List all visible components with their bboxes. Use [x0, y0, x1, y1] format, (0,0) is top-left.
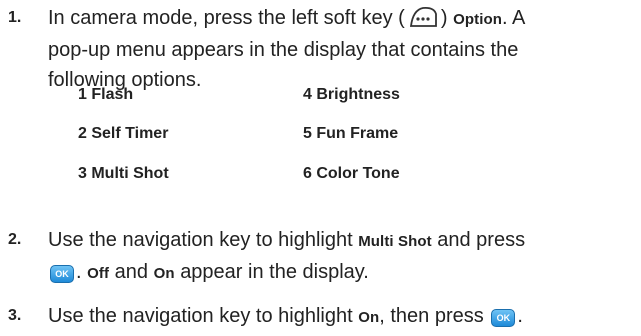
option-multi-shot: 3 Multi Shot — [78, 165, 169, 182]
option-flash: 1 Flash — [78, 86, 134, 103]
option-color-tone: 6 Color Tone — [303, 165, 400, 182]
option-brightness: 4 Brightness — [303, 86, 400, 103]
ok-key-icon: OK — [491, 309, 516, 327]
option-self-timer: 2 Self Timer — [78, 125, 169, 142]
step-text: In camera mode, press the left soft key … — [48, 6, 526, 91]
step-text: Use the navigation key to highlight Mult… — [48, 229, 526, 283]
option-fun-frame: 5 Fun Frame — [303, 125, 399, 142]
step-number: 3. — [8, 307, 22, 324]
left-soft-key-icon — [407, 6, 439, 27]
step-number: 1. — [8, 9, 22, 26]
step-text: Use the navigation key to highlight On, … — [48, 305, 523, 327]
option-label: Option — [453, 11, 502, 28]
step-number: 2. — [8, 231, 22, 248]
ok-key-icon: OK — [50, 265, 74, 283]
